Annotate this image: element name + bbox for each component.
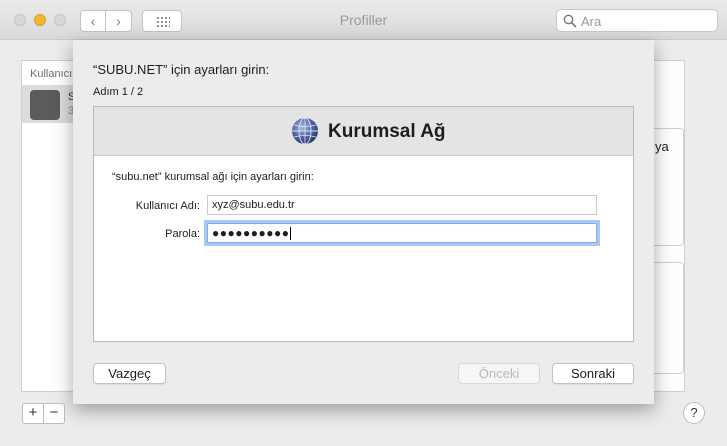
panel-header: Kurumsal Ağ	[94, 107, 633, 156]
text-cursor	[290, 227, 292, 241]
remove-profile-button[interactable]: −	[43, 403, 65, 424]
username-value: xyz@subu.edu.tr	[212, 199, 295, 211]
username-field[interactable]: xyz@subu.edu.tr	[207, 195, 597, 215]
panel-title: Kurumsal Ağ	[328, 121, 446, 142]
add-profile-button[interactable]: +	[22, 403, 44, 424]
search-icon	[563, 14, 577, 28]
profile-list-item[interactable]: S 3	[22, 85, 75, 123]
cancel-button[interactable]: Vazgeç	[93, 363, 166, 384]
enterprise-network-sheet: “SUBU.NET” için ayarları girin: Adım 1 /…	[73, 40, 654, 404]
system-preferences-window: ‹ › Profiller Ara Kullanıcı S 3 ya + − ?…	[0, 0, 727, 446]
username-label: Kullanıcı Adı:	[135, 200, 200, 212]
help-button[interactable]: ?	[683, 402, 705, 424]
network-globe-icon	[292, 117, 318, 145]
previous-button[interactable]: Önceki	[458, 363, 540, 384]
password-label: Parola:	[165, 228, 200, 240]
instruction-text: “subu.net” kurumsal ağı için ayarları gi…	[112, 171, 314, 183]
next-button[interactable]: Sonraki	[552, 363, 634, 384]
title-bar: ‹ › Profiller Ara	[0, 0, 727, 40]
password-value: ●●●●●●●●●●	[212, 226, 290, 240]
sheet-title: “SUBU.NET” için ayarları girin:	[93, 62, 270, 77]
step-indicator: Adım 1 / 2	[93, 86, 144, 98]
gear-icon	[30, 90, 60, 120]
details-text: ya	[655, 139, 669, 154]
profiles-list-header: Kullanıcı	[30, 68, 73, 80]
search-field[interactable]: Ara	[556, 9, 718, 32]
password-field[interactable]: ●●●●●●●●●●	[207, 223, 597, 243]
search-placeholder: Ara	[581, 14, 602, 29]
settings-panel: Kurumsal Ağ “subu.net” kurumsal ağı için…	[93, 106, 634, 342]
